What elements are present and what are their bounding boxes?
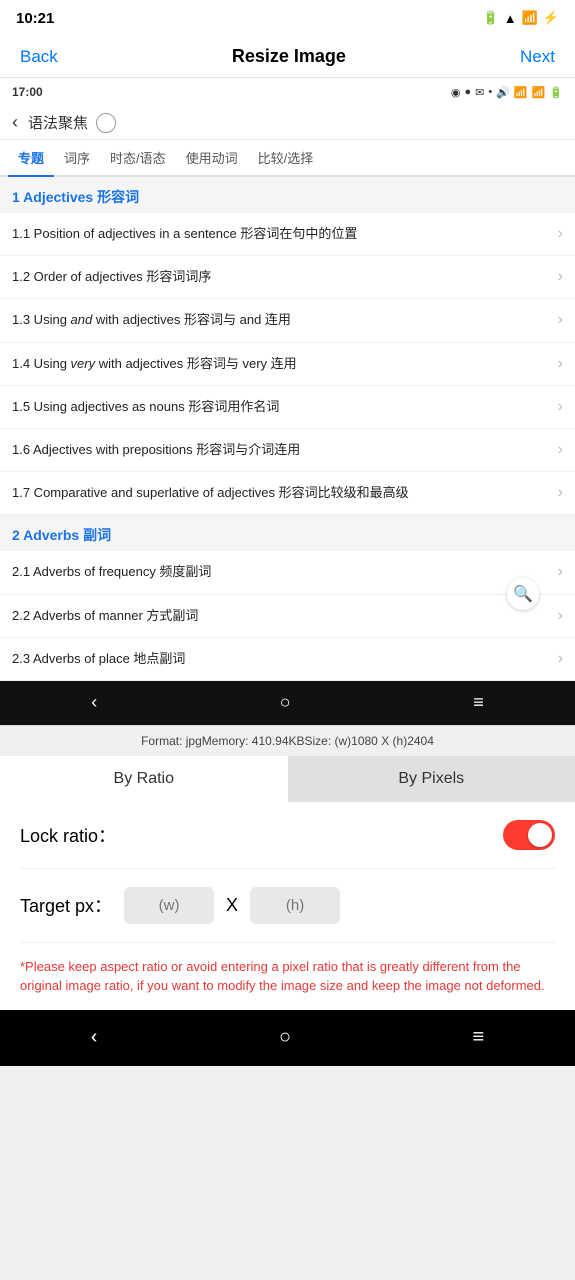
tab-比较选择[interactable]: 比较/选择	[248, 140, 324, 175]
lock-ratio-toggle[interactable]	[503, 820, 555, 850]
tab-使用动词[interactable]: 使用动词	[176, 140, 248, 175]
inner-tabs: 专题 词序 时态/语态 使用动词 比较/选择	[0, 140, 575, 177]
wifi-icon: ▲	[504, 11, 517, 26]
sys-back-btn[interactable]: ‹	[91, 1026, 98, 1049]
tab-词序[interactable]: 词序	[54, 140, 100, 175]
inner-clock-icon: ●	[464, 86, 471, 98]
chevron-icon: ›	[558, 268, 563, 286]
tab-selector: By Ratio By Pixels	[0, 756, 575, 802]
chevron-icon: ›	[558, 650, 563, 668]
status-icons: 🔋 ▲ 📶 ⚡	[483, 10, 559, 26]
section-adverbs: 2 Adverbs 副词	[0, 515, 575, 551]
list-item[interactable]: 2.2 Adverbs of manner 方式副词 ›	[0, 595, 575, 638]
top-nav: Back Resize Image Next	[0, 36, 575, 78]
next-button[interactable]: Next	[520, 47, 555, 67]
inner-bottom-bar: ‹ ○ ≡	[0, 681, 575, 725]
inner-content: 1 Adjectives 形容词 1.1 Position of adjecti…	[0, 177, 575, 681]
item-text: 1.2 Order of adjectives 形容词词序	[12, 268, 558, 286]
target-px-label: Target px：	[20, 892, 112, 918]
inner-home-btn[interactable]: ○	[280, 692, 291, 713]
list-item[interactable]: 1.2 Order of adjectives 形容词词序 ›	[0, 256, 575, 299]
chevron-icon: ›	[558, 441, 563, 459]
list-item[interactable]: 1.3 Using and with adjectives 形容词与 and 连…	[0, 299, 575, 342]
width-input[interactable]	[124, 887, 214, 924]
item-text: 1.4 Using very with adjectives 形容词与 very…	[12, 355, 558, 373]
warning-text: *Please keep aspect ratio or avoid enter…	[0, 943, 575, 1010]
search-overlay-icon[interactable]: 🔍	[507, 578, 539, 610]
inner-back-btn[interactable]: ‹	[91, 692, 97, 713]
list-item[interactable]: 1.1 Position of adjectives in a sentence…	[0, 213, 575, 256]
list-item[interactable]: 1.7 Comparative and superlative of adjec…	[0, 472, 575, 515]
chevron-icon: ›	[558, 398, 563, 416]
toggle-track	[503, 820, 555, 850]
item-text: 1.7 Comparative and superlative of adjec…	[12, 484, 558, 502]
chevron-icon: ›	[558, 225, 563, 243]
phone-screenshot: 17:00 ◉ ● ✉ • 🔊 📶 📶 🔋 ‹ 语法聚焦 专题 词序 时态/语态…	[0, 78, 575, 726]
inner-time: 17:00	[12, 85, 43, 99]
height-input[interactable]	[250, 887, 340, 924]
page-title: Resize Image	[232, 46, 346, 67]
status-time: 10:21	[16, 10, 54, 27]
inner-signal-icon2: 📶	[532, 86, 546, 99]
target-px-row: Target px： X	[20, 869, 555, 943]
lock-ratio-label: Lock ratio：	[20, 822, 116, 848]
tab-专题[interactable]: 专题	[8, 140, 54, 177]
sys-menu-btn[interactable]: ≡	[473, 1026, 485, 1049]
system-bottom-bar: ‹ ○ ≡	[0, 1010, 575, 1066]
section-adjectives: 1 Adjectives 形容词	[0, 177, 575, 213]
sys-home-btn[interactable]: ○	[279, 1026, 291, 1049]
settings-section: Lock ratio： Target px： X	[0, 802, 575, 943]
inner-status-icons: ◉ ● ✉ • 🔊 📶 📶 🔋	[451, 86, 563, 99]
item-text: 1.1 Position of adjectives in a sentence…	[12, 225, 558, 243]
back-button[interactable]: Back	[20, 47, 58, 67]
list-item[interactable]: 1.4 Using very with adjectives 形容词与 very…	[0, 343, 575, 386]
inner-nav-title: 语法聚焦	[28, 112, 88, 133]
list-item[interactable]: 1.6 Adjectives with prepositions 形容词与介词连…	[0, 429, 575, 472]
inner-mail-icon: ✉	[475, 86, 484, 99]
item-text: 1.6 Adjectives with prepositions 形容词与介词连…	[12, 441, 558, 459]
inner-nav: ‹ 语法聚焦	[0, 106, 575, 140]
lock-ratio-row: Lock ratio：	[20, 802, 555, 869]
item-text: 1.3 Using and with adjectives 形容词与 and 连…	[12, 311, 558, 329]
format-info: Format: jpgMemory: 410.94KBSize: (w)1080…	[0, 726, 575, 756]
inner-nav-circle	[96, 113, 116, 133]
status-bar: 10:21 🔋 ▲ 📶 ⚡	[0, 0, 575, 36]
inner-location-icon: ◉	[451, 86, 461, 99]
inner-dot-icon: •	[488, 86, 492, 98]
inner-status-bar: 17:00 ◉ ● ✉ • 🔊 📶 📶 🔋	[0, 78, 575, 106]
list-item[interactable]: 2.3 Adverbs of place 地点副词 ›	[0, 638, 575, 681]
chevron-icon: ›	[558, 355, 563, 373]
item-text: 2.1 Adverbs of frequency 频度副词	[12, 563, 558, 581]
item-text: 2.3 Adverbs of place 地点副词	[12, 650, 558, 668]
chevron-icon: ›	[558, 607, 563, 625]
chevron-icon: ›	[558, 563, 563, 581]
battery-icon: 🔋	[483, 10, 499, 26]
inner-menu-btn[interactable]: ≡	[473, 692, 484, 713]
list-item[interactable]: 1.5 Using adjectives as nouns 形容词用作名词 ›	[0, 386, 575, 429]
inner-wifi-icon2: 📶	[514, 86, 528, 99]
x-separator: X	[226, 895, 238, 916]
tab-时态语态[interactable]: 时态/语态	[100, 140, 176, 175]
chevron-icon: ›	[558, 311, 563, 329]
charging-icon: ⚡	[543, 10, 559, 26]
chevron-icon: ›	[558, 484, 563, 502]
inner-volume-icon: 🔊	[496, 86, 510, 99]
signal-icon: 📶	[522, 10, 538, 26]
toggle-thumb	[528, 823, 552, 847]
inner-back-icon[interactable]: ‹	[12, 112, 18, 133]
item-text: 2.2 Adverbs of manner 方式副词	[12, 607, 558, 625]
by-pixels-tab[interactable]: By Pixels	[288, 756, 575, 802]
inner-battery-icon2: 🔋	[549, 86, 563, 99]
by-ratio-tab[interactable]: By Ratio	[0, 756, 288, 802]
item-text: 1.5 Using adjectives as nouns 形容词用作名词	[12, 398, 558, 416]
list-item[interactable]: 2.1 Adverbs of frequency 频度副词 › 🔍	[0, 551, 575, 594]
